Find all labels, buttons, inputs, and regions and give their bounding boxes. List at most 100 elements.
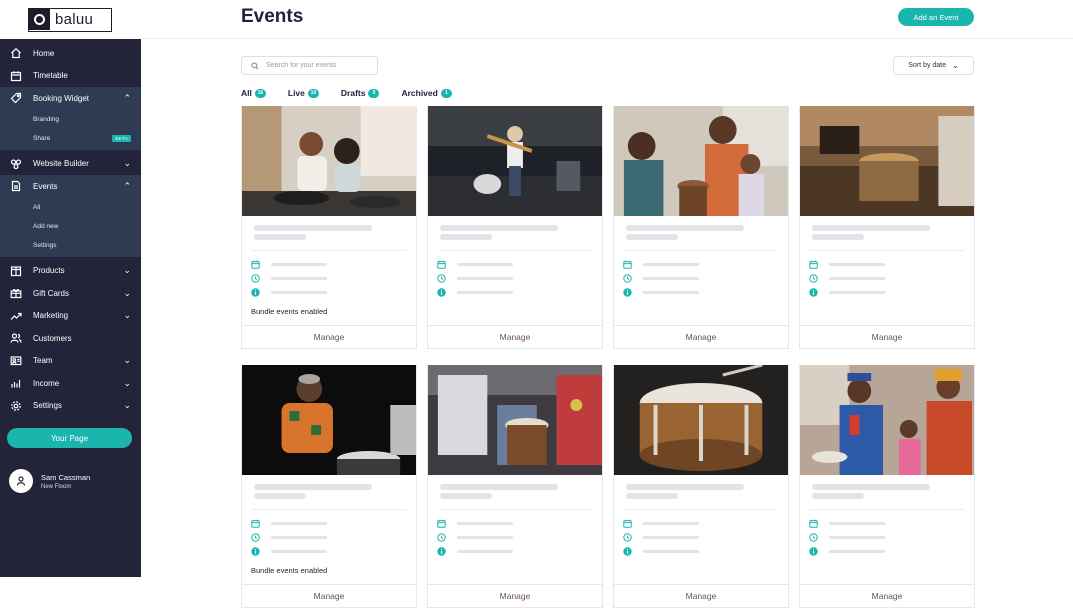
manage-button[interactable]: Manage (428, 325, 602, 348)
info-icon (437, 287, 446, 297)
chevron-down-icon: ⌄ (123, 158, 131, 169)
sidebar-item-customers[interactable]: Customers (0, 327, 141, 350)
event-image-family-drums[interactable] (614, 106, 788, 216)
sidebar-item-settings[interactable]: Settings ⌄ (0, 395, 141, 418)
user-profile[interactable]: Sam Cassman New Floom (9, 469, 90, 493)
sidebar-item-gift-cards[interactable]: Gift Cards ⌄ (0, 282, 141, 305)
event-card[interactable]: Manage (613, 106, 789, 349)
box-icon (9, 264, 22, 277)
booking-widget-submenu: Branding Share BETA (0, 109, 141, 150)
sidebar-item-label: Settings (33, 401, 62, 411)
event-title-placeholder (800, 216, 974, 240)
sidebar-item-booking-widget[interactable]: Booking Widget ⌃ (0, 87, 141, 110)
chevron-down-icon: ⌄ (123, 400, 131, 411)
sidebar-item-team[interactable]: Team ⌄ (0, 350, 141, 373)
chevron-down-icon: ⌄ (123, 287, 131, 298)
event-title-placeholder (614, 216, 788, 240)
manage-button[interactable]: Manage (800, 584, 974, 607)
sidebar-subitem-label: Branding (33, 115, 60, 123)
sort-dropdown[interactable]: Sort by date ⌄ (893, 56, 974, 75)
sidebar-item-marketing[interactable]: Marketing ⌄ (0, 305, 141, 328)
chevron-down-icon: ⌄ (123, 310, 131, 321)
manage-button[interactable]: Manage (614, 584, 788, 607)
chevron-down-icon: ⌄ (123, 355, 131, 366)
event-tabs: All 16 Live 10 Drafts 5 Archived 1 (241, 88, 474, 98)
home-icon (9, 47, 22, 60)
sidebar-subitem-label: Settings (33, 241, 57, 249)
sidebar-item-label: Events (33, 181, 58, 191)
manage-button[interactable]: Manage (428, 584, 602, 607)
tab-all[interactable]: All 16 (241, 88, 266, 98)
sidebar-item-label: Website Builder (33, 159, 89, 169)
bundle-status (614, 558, 788, 578)
tab-drafts[interactable]: Drafts 5 (341, 88, 380, 98)
website-icon (9, 157, 22, 170)
event-image-snare-drum[interactable] (614, 365, 788, 475)
your-page-button[interactable]: Your Page (7, 428, 132, 448)
info-icon (809, 287, 818, 297)
manage-button[interactable]: Manage (242, 325, 416, 348)
gear-icon (9, 399, 22, 412)
event-card[interactable]: Bundle events enabled Manage (241, 106, 417, 349)
baluu-logo[interactable]: baluu (28, 7, 112, 32)
sidebar-subitem-all[interactable]: All (0, 198, 141, 217)
event-title-placeholder (614, 475, 788, 499)
event-image-elder-drummer[interactable] (242, 365, 416, 475)
sidebar-item-label: Products (33, 266, 65, 276)
sidebar-item-home[interactable]: Home (0, 42, 141, 65)
tab-live[interactable]: Live 10 (288, 88, 319, 98)
event-card[interactable]: Manage (427, 365, 603, 608)
sidebar-item-label: Timetable (33, 71, 68, 81)
clock-icon (809, 532, 818, 542)
chevron-down-icon: ⌄ (123, 377, 131, 388)
event-card[interactable]: Manage (427, 106, 603, 349)
event-image-djembe-players[interactable] (428, 365, 602, 475)
event-card[interactable]: Manage (613, 365, 789, 608)
add-event-button[interactable]: Add an Event (898, 8, 974, 26)
search-box[interactable] (241, 56, 378, 75)
chevron-up-icon: ⌃ (123, 180, 131, 191)
sidebar-item-income[interactable]: Income ⌄ (0, 372, 141, 395)
bundle-status (428, 558, 602, 578)
sidebar-item-products[interactable]: Products ⌄ (0, 260, 141, 283)
sidebar-item-timetable[interactable]: Timetable (0, 65, 141, 88)
event-title-placeholder (428, 475, 602, 499)
event-meta (800, 510, 974, 558)
manage-button[interactable]: Manage (242, 584, 416, 607)
logo-text: baluu (55, 11, 94, 28)
sidebar-item-label: Marketing (33, 311, 69, 321)
bundle-status: Bundle events enabled (251, 566, 328, 575)
user-organization: New Floom (41, 483, 72, 490)
sidebar-subitem-add-new[interactable]: Add new (0, 217, 141, 236)
tab-archived[interactable]: Archived 1 (401, 88, 452, 98)
manage-button[interactable]: Manage (800, 325, 974, 348)
sidebar-subitem-label: All (33, 203, 41, 211)
info-icon (623, 287, 632, 297)
event-card[interactable]: Manage (799, 365, 975, 608)
event-card[interactable]: Manage (799, 106, 975, 349)
sort-label: Sort by date (908, 62, 947, 69)
chevron-down-icon: ⌄ (952, 61, 959, 70)
event-image-drum-lesson[interactable] (242, 106, 416, 216)
event-image-guitar-stage[interactable] (428, 106, 602, 216)
document-icon (9, 180, 22, 193)
sidebar-item-events[interactable]: Events ⌃ (0, 175, 141, 198)
bundle-status (800, 558, 974, 578)
sidebar-subitem-settings[interactable]: Settings (0, 236, 141, 255)
clock-icon (623, 532, 632, 542)
sidebar-item-label: Income (33, 378, 60, 388)
sidebar-item-website-builder[interactable]: Website Builder ⌄ (0, 153, 141, 176)
sidebar-subitem-branding[interactable]: Branding (0, 110, 141, 129)
tab-label: All (241, 88, 252, 98)
sidebar-subitem-label: Share (33, 134, 51, 142)
bundle-status (800, 299, 974, 319)
search-input[interactable] (266, 62, 376, 69)
event-image-music-workshop[interactable] (800, 106, 974, 216)
manage-button[interactable]: Manage (614, 325, 788, 348)
event-meta (614, 251, 788, 299)
search-icon (251, 61, 259, 70)
bundle-status (428, 299, 602, 319)
event-card[interactable]: Bundle events enabled Manage (241, 365, 417, 608)
event-image-family-celebration[interactable] (800, 365, 974, 475)
sidebar-subitem-share[interactable]: Share BETA (0, 129, 141, 148)
